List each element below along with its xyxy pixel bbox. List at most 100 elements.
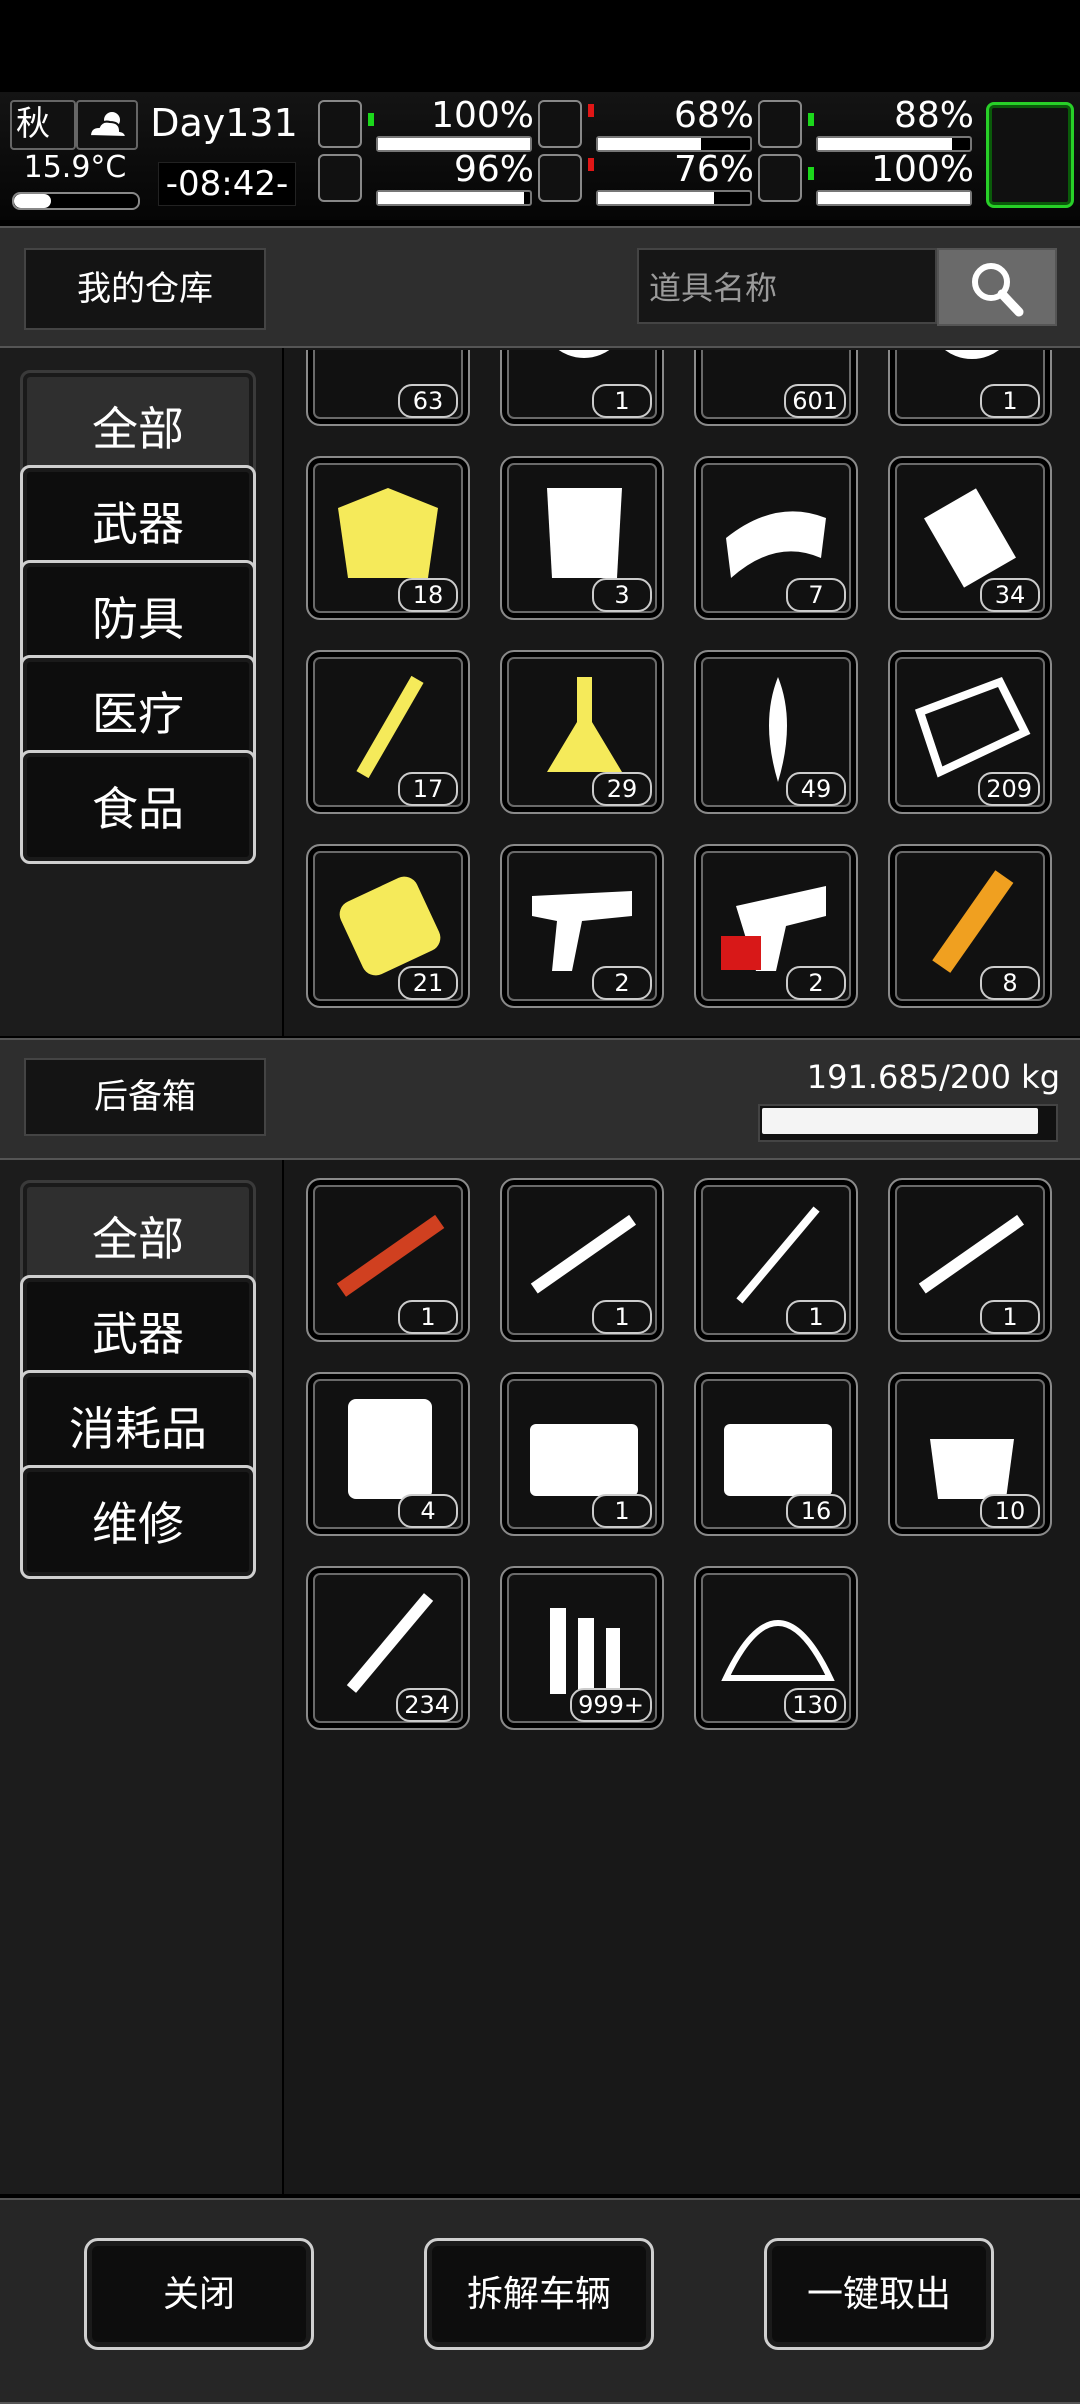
close-button[interactable]: 关闭 [84, 2238, 314, 2350]
warehouse-item-slot[interactable]: 34 [888, 456, 1052, 620]
item-count-badge: 29 [592, 772, 652, 806]
cloth-icon [328, 478, 452, 592]
item-count-badge: 234 [396, 1688, 458, 1722]
item-count-badge: 10 [980, 1494, 1040, 1528]
water-drop-icon [538, 154, 582, 202]
tool-case-icon [328, 1394, 452, 1508]
item-count-badge: 1 [786, 1300, 846, 1334]
item-count-badge: 49 [786, 772, 846, 806]
search-button[interactable] [937, 248, 1057, 326]
warehouse-category-4[interactable]: 食品 [20, 750, 256, 864]
item-count-badge: 17 [398, 772, 458, 806]
warehouse-item-slot[interactable]: 29 [500, 650, 664, 814]
trunk-title: 后备箱 [24, 1058, 266, 1136]
stat-value: 88% [893, 95, 974, 136]
assault-rifle-icon [522, 1200, 646, 1314]
stat-bar-fill [378, 192, 524, 204]
equipped-slot-button[interactable] [986, 102, 1074, 208]
weather-icon [76, 100, 138, 150]
trunk-item-slot[interactable]: 1 [500, 1178, 664, 1342]
syringe-icon [328, 672, 452, 786]
item-search-input[interactable]: 道具名称 [637, 248, 937, 324]
item-count-badge: 2 [786, 966, 846, 1000]
warehouse-item-slot[interactable]: 2 [694, 844, 858, 1008]
stat-bar [376, 190, 532, 206]
item-count-badge: 4 [398, 1494, 458, 1528]
warehouse-title: 我的仓库 [24, 248, 266, 330]
leg-icon [318, 154, 362, 202]
warehouse-item-slot[interactable]: 209 [888, 650, 1052, 814]
wheat-icon [716, 672, 840, 786]
season-indicator: 秋 [10, 100, 76, 150]
paper-scrap-icon [910, 672, 1034, 786]
trunk-weight-fill [762, 1108, 1038, 1134]
item-count-badge: 8 [980, 966, 1040, 1000]
warehouse-item-slot[interactable]: 17 [306, 650, 470, 814]
item-count-badge: 63 [398, 384, 458, 418]
paper-roll-icon [910, 478, 1034, 592]
fur-icon [522, 478, 646, 592]
warehouse-item-slot[interactable]: 21 [306, 844, 470, 1008]
net-helmet-icon [716, 1588, 840, 1702]
medkit-icon [318, 100, 362, 148]
katana-icon [716, 1200, 840, 1314]
warehouse-item-slot[interactable]: 49 [694, 650, 858, 814]
bullets-icon [522, 1588, 646, 1702]
rifle-icon [910, 1200, 1034, 1314]
game-clock: -08:42- [158, 162, 296, 206]
item-count-badge: 130 [784, 1688, 846, 1722]
car-repair-kit-icon [716, 1394, 840, 1508]
pistol-icon [522, 866, 646, 980]
stat-bar-fill [598, 192, 714, 204]
stat-value: 100% [871, 149, 974, 190]
heart-icon [758, 154, 802, 202]
trunk-item-slot[interactable]: 1 [306, 1178, 470, 1342]
item-count-badge: 1 [980, 1300, 1040, 1334]
trunk-weight-label: 191.685/200 kg [806, 1058, 1060, 1096]
warehouse-item-slot[interactable]: 8 [888, 844, 1052, 1008]
day-counter: Day131 [150, 101, 298, 145]
item-count-badge: 7 [786, 578, 846, 612]
trunk-item-slot[interactable]: 10 [888, 1372, 1052, 1536]
trunk-item-slot[interactable]: 999+ [500, 1566, 664, 1730]
warehouse-item-slot[interactable]: 7 [694, 456, 858, 620]
flask-icon [522, 672, 646, 786]
trunk-item-slot[interactable]: 1 [694, 1178, 858, 1342]
stat-value: 100% [431, 95, 534, 136]
stat-value: 96% [453, 149, 534, 190]
car-toolbox-icon [522, 1394, 646, 1508]
item-count-badge: 21 [398, 966, 458, 1000]
trunk-item-slot[interactable]: 4 [306, 1372, 470, 1536]
stat-bar-fill [818, 192, 970, 204]
tool-bag-icon [910, 1394, 1034, 1508]
item-count-badge: 601 [784, 384, 846, 418]
item-count-badge: 209 [978, 772, 1040, 806]
item-count-badge: 2 [592, 966, 652, 1000]
item-count-badge: 18 [398, 578, 458, 612]
warehouse-item-slot[interactable]: 3 [500, 456, 664, 620]
trunk-category-3[interactable]: 维修 [20, 1465, 256, 1579]
stat-bar [596, 190, 752, 206]
stomach-icon [538, 100, 582, 148]
temperature-fill [14, 194, 52, 208]
trunk-item-slot[interactable]: 1 [888, 1178, 1052, 1342]
item-count-badge: 1 [592, 384, 652, 418]
item-count-badge: 3 [592, 578, 652, 612]
trunk-item-slot[interactable]: 1 [500, 1372, 664, 1536]
trunk-item-slot[interactable]: 16 [694, 1372, 858, 1536]
stat-value: 68% [673, 95, 754, 136]
trunk-item-slot[interactable]: 234 [306, 1566, 470, 1730]
stat-value: 76% [673, 149, 754, 190]
item-count-badge: 16 [786, 1494, 846, 1528]
trunk-item-slot[interactable]: 130 [694, 1566, 858, 1730]
search-icon [972, 263, 1024, 317]
item-count-badge: 1 [592, 1300, 652, 1334]
warehouse-item-slot[interactable]: 2 [500, 844, 664, 1008]
item-count-badge: 1 [592, 1494, 652, 1528]
item-count-badge: 999+ [570, 1688, 652, 1722]
season-label: 秋 [16, 104, 50, 144]
stat-bar [816, 190, 972, 206]
dismantle-vehicle-button[interactable]: 拆解车辆 [424, 2238, 654, 2350]
warehouse-item-slot[interactable]: 18 [306, 456, 470, 620]
take-all-button[interactable]: 一键取出 [764, 2238, 994, 2350]
